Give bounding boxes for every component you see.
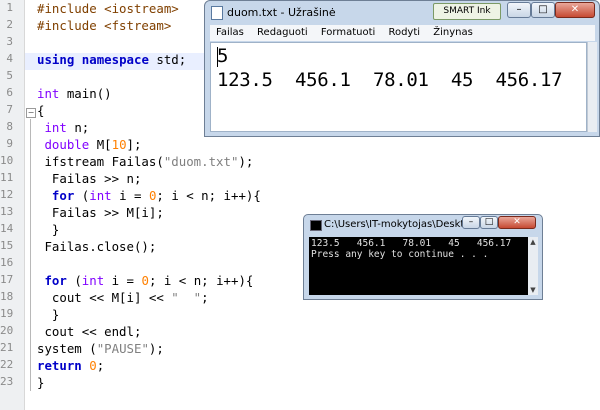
code-line[interactable]: double M[10]; — [37, 136, 141, 153]
line-number: 15 — [0, 239, 14, 252]
line-number: 7 — [6, 103, 13, 116]
line-number: 9 — [6, 137, 13, 150]
line-number: 12 — [0, 188, 14, 201]
line-number: 18 — [0, 290, 14, 303]
line-number: 20 — [0, 324, 14, 337]
line-number-gutter: 1 2 3 4 5 6 7 8 9 10 11 12 13 14 15 16 1… — [0, 0, 25, 410]
console-scrollbar[interactable]: ▲ ▼ — [528, 237, 538, 295]
code-line[interactable]: #include <fstream> — [37, 17, 171, 34]
line-number: 8 — [6, 120, 13, 133]
minimize-button[interactable]: – — [462, 216, 480, 229]
fold-guide-line — [30, 119, 31, 391]
line-number: 1 — [6, 1, 13, 14]
line-number: 23 — [0, 375, 14, 388]
line-number: 4 — [6, 52, 13, 65]
line-number: 13 — [0, 205, 14, 218]
line-number: 21 — [0, 341, 14, 354]
console-line: 123.5 456.1 78.01 45 456.17 — [311, 238, 512, 249]
code-line[interactable]: for (int i = 0; i < n; i++){ — [37, 187, 261, 204]
notepad-titlebar[interactable]: duom.txt - Užrašinė SMART Ink – □ ✕ — [205, 1, 599, 25]
text-line: 123.5 456.1 78.01 45 456.17 — [217, 69, 563, 91]
line-number: 10 — [0, 154, 14, 167]
menu-file[interactable]: Failas — [216, 27, 244, 38]
line-number: 19 — [0, 307, 14, 320]
menu-view[interactable]: Rodyti — [388, 27, 420, 38]
console-window[interactable]: C:\Users\IT-mokytojas\Deskto... – □ ✕ 12… — [303, 214, 543, 300]
code-line[interactable]: system ("PAUSE"); — [37, 340, 164, 357]
maximize-button[interactable]: □ — [531, 2, 555, 18]
scroll-down-icon[interactable]: ▼ — [529, 286, 537, 294]
line-number: 5 — [6, 69, 13, 82]
close-button[interactable]: ✕ — [498, 216, 536, 229]
notepad-text-area[interactable]: 5 123.5 456.1 78.01 45 456.17 — [210, 42, 587, 132]
code-line[interactable]: Failas.close(); — [37, 238, 156, 255]
code-line[interactable]: Failas >> n; — [37, 170, 142, 187]
smart-ink-button[interactable]: SMART Ink — [433, 3, 501, 20]
notepad-scrollbar[interactable] — [587, 42, 597, 132]
notepad-title: duom.txt - Užrašinė — [227, 6, 336, 19]
console-icon — [310, 220, 322, 231]
line-number: 11 — [0, 171, 14, 184]
menu-edit[interactable]: Redaguoti — [257, 27, 308, 38]
fold-collapse-icon[interactable]: − — [26, 108, 36, 118]
code-line[interactable]: } — [37, 374, 44, 391]
minimize-button[interactable]: – — [507, 2, 531, 18]
code-line[interactable]: return 0; — [37, 357, 104, 374]
line-number: 6 — [6, 86, 13, 99]
code-line[interactable]: cout << endl; — [37, 323, 141, 340]
code-line[interactable]: { — [37, 102, 44, 119]
code-line[interactable]: Failas >> M[i]; — [37, 204, 164, 221]
code-line[interactable]: cout << M[i] << " "; — [37, 289, 209, 306]
line-number: 16 — [0, 256, 14, 269]
maximize-button[interactable]: □ — [480, 216, 498, 229]
console-output: 123.5 456.1 78.01 45 456.17 Press any ke… — [309, 237, 528, 295]
line-number: 3 — [6, 35, 13, 48]
notepad-menubar: Failas Redaguoti Formatuoti Rodyti Žinyn… — [210, 25, 595, 41]
code-line[interactable]: } — [37, 221, 59, 238]
console-line: Press any key to continue . . . — [311, 249, 489, 260]
menu-help[interactable]: Žinynas — [433, 27, 473, 38]
line-number: 14 — [0, 222, 14, 235]
line-number: 2 — [6, 18, 13, 31]
menu-format[interactable]: Formatuoti — [321, 27, 375, 38]
code-line[interactable]: ifstream Failas("duom.txt"); — [37, 153, 253, 170]
code-line[interactable]: using namespace std; — [37, 51, 186, 68]
scroll-up-icon[interactable]: ▲ — [529, 238, 537, 246]
code-line[interactable]: int main() — [37, 85, 112, 102]
code-line[interactable]: #include <iostream> — [37, 0, 179, 17]
code-line[interactable]: } — [37, 306, 59, 323]
notepad-window[interactable]: duom.txt - Užrašinė SMART Ink – □ ✕ Fail… — [204, 0, 600, 137]
line-number: 22 — [0, 358, 14, 371]
code-line[interactable]: for (int i = 0; i < n; i++){ — [37, 272, 253, 289]
text-line: 5 — [217, 45, 229, 67]
code-line[interactable]: int n; — [37, 119, 89, 136]
line-number: 17 — [0, 273, 14, 286]
console-title: C:\Users\IT-mokytojas\Deskto... — [324, 219, 480, 230]
notepad-icon — [211, 6, 223, 20]
close-button[interactable]: ✕ — [555, 2, 595, 18]
